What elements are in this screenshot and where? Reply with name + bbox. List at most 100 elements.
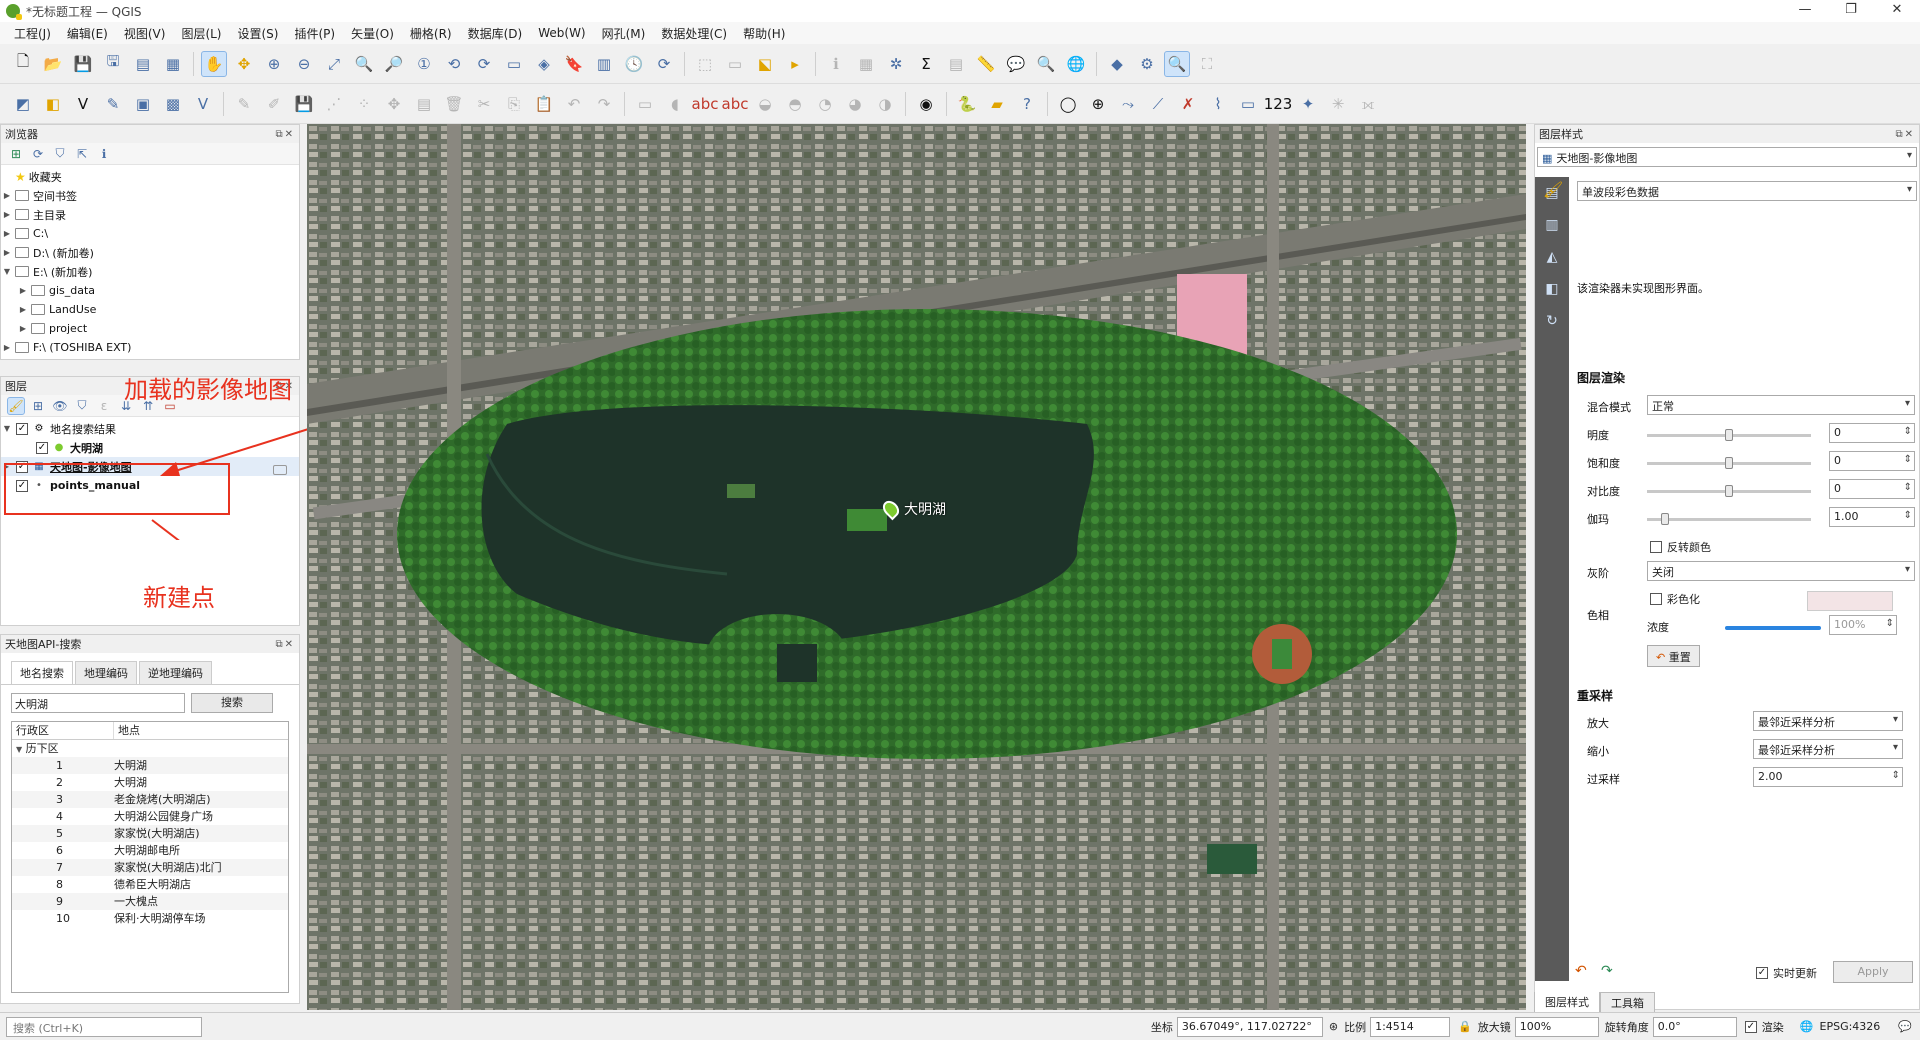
magnifier-value[interactable]: 100% — [1514, 1016, 1599, 1037]
zoom-last-icon[interactable]: ⟲ — [441, 51, 467, 77]
temporal-controller-icon[interactable]: 🕓 — [621, 51, 647, 77]
rendering-icon[interactable]: ◧ — [1535, 273, 1569, 305]
zoom-native-icon[interactable]: ① — [411, 51, 437, 77]
number-tool-icon[interactable]: 123 — [1264, 91, 1293, 117]
browser-item-f-drive[interactable]: ▶ F:\ (TOSHIBA EXT) — [1, 338, 299, 357]
messages-icon[interactable]: 💬 — [1898, 1020, 1912, 1033]
table-row[interactable]: 7 家家悦(大明湖店)北门 — [12, 859, 288, 876]
redo-icon[interactable]: ↷ — [591, 91, 617, 117]
menu-plugins[interactable]: 插件(P) — [286, 25, 343, 42]
plugin-icon[interactable]: ▰ — [984, 91, 1010, 117]
save-project-icon[interactable]: 💾 — [70, 51, 96, 77]
undo-icon[interactable]: ↶ — [561, 91, 587, 117]
label-toolbar-icon[interactable]: abc — [722, 91, 749, 117]
expand-arrow-icon[interactable]: ▶ — [1, 191, 13, 200]
cut-icon[interactable]: ✂ — [471, 91, 497, 117]
panel-float-close-icon[interactable]: ⧉✕ — [275, 129, 295, 140]
layer-visibility-checkbox[interactable]: ✓ — [16, 460, 28, 473]
lock-icon[interactable]: 🔒 — [1458, 1020, 1472, 1033]
panel-float-close-icon[interactable]: ⧉✕ — [1895, 129, 1915, 140]
diagram-icon[interactable]: ◒ — [752, 91, 778, 117]
expand-arrow-icon[interactable]: ▶ — [1, 343, 13, 352]
add-mesh-icon[interactable]: ▩ — [160, 91, 186, 117]
column-place[interactable]: 地点 — [114, 722, 140, 739]
search-button[interactable]: 搜索 — [191, 693, 273, 713]
save-as-icon[interactable]: 🖫 — [100, 51, 126, 77]
oversampling-input[interactable]: 2.00 — [1753, 767, 1903, 787]
label-pin-icon[interactable]: ◖ — [662, 91, 688, 117]
menu-layer[interactable]: 图层(L) — [173, 25, 229, 42]
label-tool-icon[interactable]: ▭ — [632, 91, 658, 117]
tab-place-search[interactable]: 地名搜索 — [11, 661, 73, 684]
style-brush-icon[interactable]: 🖌 — [7, 396, 25, 415]
table-row[interactable]: 2 大明湖 — [12, 774, 288, 791]
filter-icon[interactable]: ⛉ — [51, 145, 69, 163]
brightness-input[interactable]: 0 — [1829, 423, 1915, 443]
brush-icon[interactable]: 🖌 — [1543, 180, 1563, 199]
blend-mode-combo[interactable]: 正常 — [1647, 395, 1915, 415]
tab-reverse-geocoding[interactable]: 逆地理编码 — [139, 661, 212, 684]
table-row[interactable]: 1 大明湖 — [12, 757, 288, 774]
table-row[interactable]: 5 家家悦(大明湖店) — [12, 825, 288, 842]
split-tool-icon[interactable]: ✗ — [1175, 91, 1201, 117]
refresh-icon[interactable]: ⟳ — [651, 51, 677, 77]
layer-indicator-icon[interactable] — [273, 465, 287, 475]
saturation-slider[interactable] — [1647, 457, 1811, 469]
measure-icon[interactable]: 📏 — [973, 51, 999, 77]
layer-stack-icon[interactable]: ◆ — [1104, 51, 1130, 77]
modify-attributes-icon[interactable]: ▤ — [411, 91, 437, 117]
menu-settings[interactable]: 设置(S) — [230, 25, 287, 42]
renderer-combo[interactable]: 单波段彩色数据 — [1577, 181, 1917, 201]
add-virtual-layer-icon[interactable]: V — [190, 91, 216, 117]
collapse-arrow-icon[interactable]: ▼ — [1, 267, 13, 276]
close-button[interactable]: ✕ — [1874, 0, 1920, 22]
browser-item-gis-data[interactable]: ▶ gis_data — [1, 281, 299, 300]
gamma-input[interactable]: 1.00 — [1829, 507, 1915, 527]
menu-web[interactable]: Web(W) — [530, 26, 593, 40]
circle-tool-icon[interactable]: ◯ — [1055, 91, 1081, 117]
browser-item-landuse[interactable]: ▶ LandUse — [1, 300, 299, 319]
browser-item-home[interactable]: ▶ 主目录 — [1, 205, 299, 224]
crs-button[interactable]: EPSG:4326 — [1820, 1020, 1881, 1033]
edit-pencil-icon[interactable]: ✎ — [231, 91, 257, 117]
browser-item-d-drive[interactable]: ▶ D:\ (新加卷) — [1, 243, 299, 262]
fullscreen-icon[interactable]: ⛶ — [1194, 51, 1220, 77]
collapse-arrow-icon[interactable]: ▼ — [16, 745, 22, 754]
tab-toolbox[interactable]: 工具箱 — [1600, 992, 1655, 1014]
layer-visibility-checkbox[interactable]: ✓ — [16, 422, 28, 435]
toggle-editing-icon[interactable]: ✐ — [261, 91, 287, 117]
add-wms-icon[interactable]: ▣ — [130, 91, 156, 117]
contrast-slider[interactable] — [1647, 485, 1811, 497]
browser-item-project[interactable]: ▶ project — [1, 319, 299, 338]
expand-arrow-icon[interactable]: ▶ — [17, 286, 29, 295]
statistics-sigma-icon[interactable]: Σ — [913, 51, 939, 77]
expand-arrow-icon[interactable]: ▸ — [1, 462, 13, 471]
rotation-value[interactable]: 0.0° — [1652, 1016, 1737, 1037]
minimize-button[interactable]: — — [1782, 0, 1828, 22]
label-change-icon[interactable]: ◕ — [842, 91, 868, 117]
table-row[interactable]: 3 老金烧烤(大明湖店) — [12, 791, 288, 808]
eye-icon[interactable]: 👁 — [51, 397, 69, 415]
expand-arrow-icon[interactable]: ▶ — [17, 324, 29, 333]
zoom-out-icon[interactable]: ⊖ — [291, 51, 317, 77]
browser-item-favorites[interactable]: ★ 收藏夹 — [1, 167, 299, 186]
add-raster-icon[interactable]: ◧ — [40, 91, 66, 117]
coordinate-toggle-icon[interactable]: ⊛ — [1329, 1020, 1338, 1033]
add-layer-icon[interactable]: ◩ — [10, 91, 36, 117]
show-bookmarks-icon[interactable]: ▥ — [591, 51, 617, 77]
line-tool-icon[interactable]: ⟋ — [1145, 91, 1171, 117]
expand-arrow-icon[interactable]: ▶ — [1, 248, 13, 257]
colorize-color-button[interactable] — [1807, 591, 1893, 611]
layer-select-combo[interactable]: ▦ 天地图-影像地图 — [1537, 147, 1917, 167]
measure-tool-icon[interactable]: ▭ — [1235, 91, 1261, 117]
menu-raster[interactable]: 栅格(R) — [402, 25, 460, 42]
strength-input[interactable]: 100% — [1829, 615, 1897, 635]
layout-manager-icon[interactable]: ▦ — [160, 51, 186, 77]
filter-legend-icon[interactable]: ⛉ — [73, 397, 91, 415]
topology-icon[interactable]: ⟗ — [1355, 91, 1381, 117]
add-vector-icon[interactable]: V — [70, 91, 96, 117]
table-row[interactable]: 10 保利·大明湖停车场 — [12, 910, 288, 927]
scale-value[interactable]: 1:4514 — [1370, 1016, 1451, 1037]
undo-style-icon[interactable]: ↶ — [1575, 963, 1587, 979]
coordinate-value[interactable]: 36.67049°, 117.02722° — [1176, 1016, 1323, 1037]
